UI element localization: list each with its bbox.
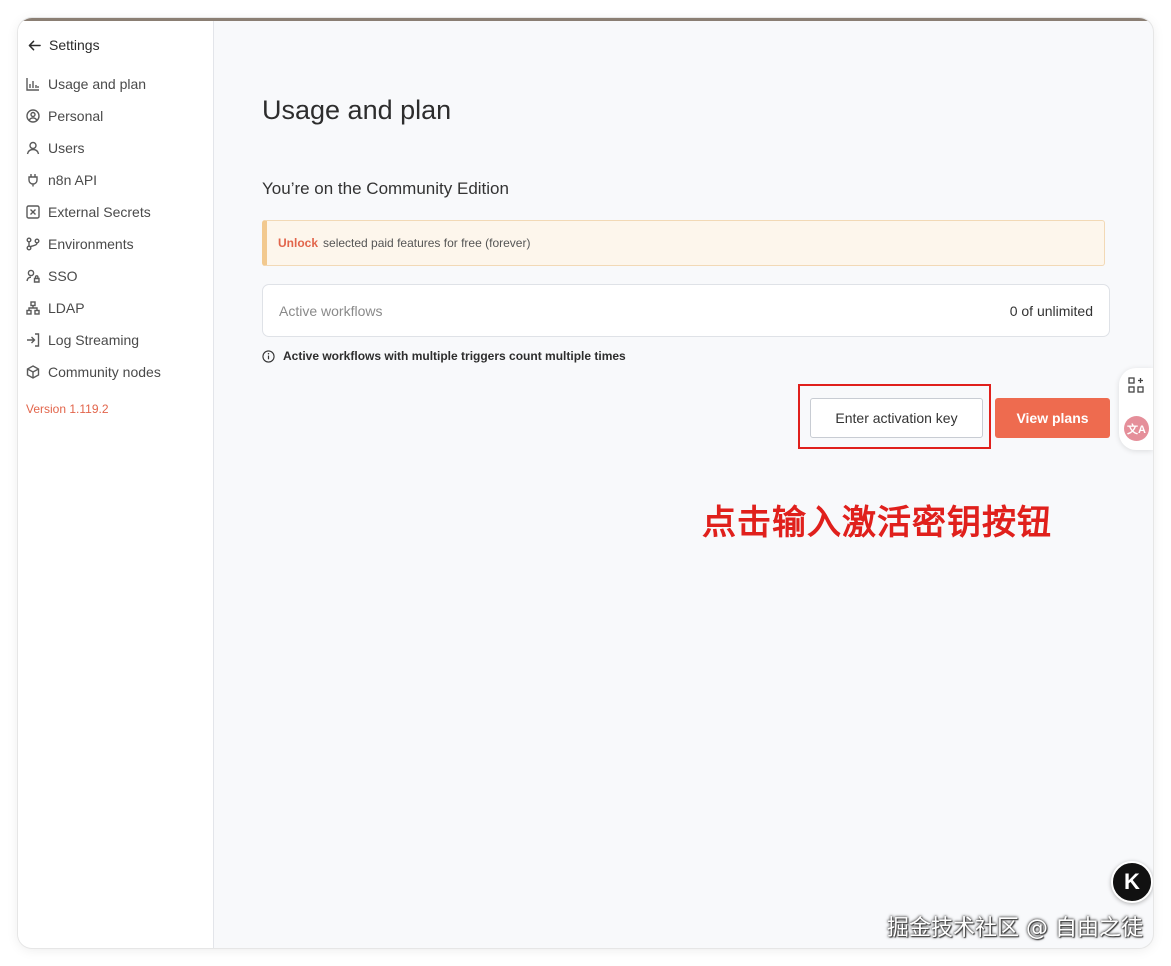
sidebar-item-label: Environments [48,236,134,252]
sidebar-item-label: Personal [48,108,104,124]
cube-icon [26,365,40,379]
back-to-settings[interactable]: Settings [28,37,100,53]
settings-nav: Usage and plan Personal Users n8n API Ex… [26,68,206,388]
sidebar-item-log-streaming[interactable]: Log Streaming [26,324,206,356]
sidebar-item-personal[interactable]: Personal [26,100,206,132]
bar-chart-icon [26,77,40,91]
user-circle-icon [26,109,40,123]
edition-heading: You’re on the Community Edition [262,179,509,198]
settings-sidebar: Settings Usage and plan Personal Users n… [18,21,214,948]
active-workflows-label: Active workflows [279,302,383,319]
unlock-callout: Unlock selected paid features for free (… [262,220,1105,266]
active-workflows-value: 0 of unlimited [1009,302,1093,319]
version-label: Version 1.119.2 [26,402,109,416]
sidebar-item-community-nodes[interactable]: Community nodes [26,356,206,388]
k-logo-badge[interactable]: K [1111,861,1153,903]
sidebar-item-label: LDAP [48,300,85,316]
info-icon [262,349,275,363]
sign-in-icon [26,333,40,347]
sidebar-item-users[interactable]: Users [26,132,206,164]
vault-icon [26,205,40,219]
arrow-left-icon [28,40,41,50]
annotation-text: 点击输入激活密钥按钮 [702,503,1052,543]
unlock-link[interactable]: Unlock [278,236,318,250]
sidebar-item-label: Usage and plan [48,76,147,92]
watermark-text: 掘金技术社区 @ 自由之徒 [887,916,1143,941]
sidebar-item-sso[interactable]: SSO [26,260,206,292]
note-text: Active workflows with multiple triggers … [283,349,626,363]
settings-label: Settings [49,37,100,53]
callout-text: selected paid features for free (forever… [323,236,531,250]
enter-activation-key-button[interactable]: Enter activation key [810,398,983,438]
sidebar-item-environments[interactable]: Environments [26,228,206,260]
floating-toolbar: 文A [1119,368,1153,450]
plug-icon [26,173,40,187]
sidebar-item-ldap[interactable]: LDAP [26,292,206,324]
sidebar-item-n8n-api[interactable]: n8n API [26,164,206,196]
user-lock-icon [26,269,40,283]
network-icon [26,301,40,315]
sidebar-item-label: n8n API [48,172,98,188]
git-branch-icon [26,237,40,251]
main-content: Usage and plan You’re on the Community E… [214,21,1153,948]
user-icon [26,141,40,155]
sidebar-item-external-secrets[interactable]: External Secrets [26,196,206,228]
page-title: Usage and plan [262,95,452,125]
sidebar-item-label: SSO [48,268,78,284]
workflow-triggers-note: Active workflows with multiple triggers … [262,349,626,363]
app-window: Settings Usage and plan Personal Users n… [18,18,1153,948]
sidebar-item-usage-and-plan[interactable]: Usage and plan [26,68,206,100]
translate-icon[interactable]: 文A [1124,416,1149,441]
sidebar-item-label: Log Streaming [48,332,140,348]
sidebar-item-label: External Secrets [48,204,151,220]
sidebar-item-label: Community nodes [48,364,161,380]
sidebar-item-label: Users [48,140,85,156]
active-workflows-card: Active workflows 0 of unlimited [262,284,1110,337]
apps-add-icon[interactable] [1128,377,1144,393]
view-plans-button[interactable]: View plans [995,398,1110,438]
